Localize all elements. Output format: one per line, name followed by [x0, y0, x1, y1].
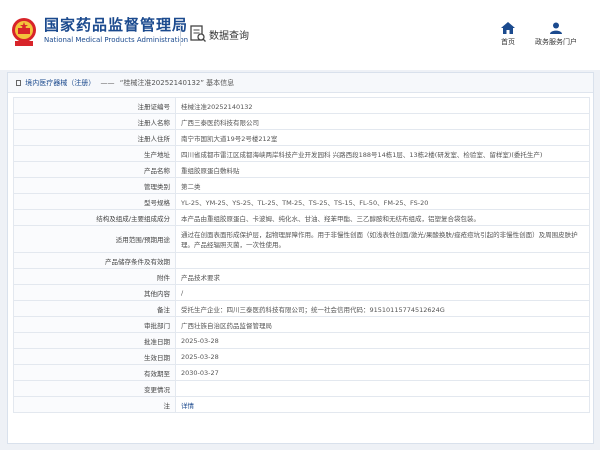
field-value: 产品技术要求	[175, 268, 590, 285]
field-label: 注册人住所	[13, 129, 176, 146]
field-value: 详情	[175, 396, 590, 413]
field-label: 备注	[13, 300, 176, 317]
table-row: 审批部门 广西壮族自治区药品监督管理局	[13, 316, 590, 333]
table-row: 产品储存条件及有效期	[13, 252, 590, 269]
header-divider	[180, 24, 181, 46]
table-row: 批准日期 2025-03-28	[13, 332, 590, 349]
field-value: 通过在创面表面形成保护层，起物理屏障作用。用于非慢性创面（如浅表性创面/激光/果…	[175, 225, 590, 253]
table-row: 适用范围/预期用途 通过在创面表面形成保护层，起物理屏障作用。用于非慢性创面（如浅…	[13, 225, 590, 253]
field-label: 注册证编号	[13, 97, 176, 114]
details-link[interactable]: 详情	[181, 402, 194, 410]
field-value	[175, 252, 590, 269]
document-search-icon	[190, 25, 206, 42]
detail-card: 境内医疗器械（注册） —— “桂械注准20252140132” 基本信息 注册证…	[7, 72, 594, 444]
field-value: /	[175, 284, 590, 301]
field-value: 广西三泰医药科技有限公司	[175, 113, 590, 130]
field-label: 附件	[13, 268, 176, 285]
field-label: 适用范围/预期用途	[13, 225, 176, 253]
table-row: 注详情	[13, 396, 590, 413]
field-value: 广西壮族自治区药品监督管理局	[175, 316, 590, 333]
breadcrumb: 境内医疗器械（注册） —— “桂械注准20252140132” 基本信息	[8, 73, 593, 93]
field-value	[175, 380, 590, 397]
field-value: 第二类	[175, 177, 590, 194]
table-row: 注册证编号 桂械注准20252140132	[13, 97, 590, 114]
field-label: 生效日期	[13, 348, 176, 365]
table-row: 注册人名称 广西三泰医药科技有限公司	[13, 113, 590, 130]
field-label: 其他内容	[13, 284, 176, 301]
table-row: 型号规格 YL-25、YM-25、YS-25、TL-25、TM-25、TS-25、…	[13, 193, 590, 210]
field-value: 四川省成都市雷江区成都海峡两岸科技产业开发园科 兴路西段188号14栋1层、13…	[175, 145, 590, 162]
field-label: 变更情况	[13, 380, 176, 397]
field-label: 管理类别	[13, 177, 176, 194]
field-label: 注册人名称	[13, 113, 176, 130]
field-label: 注	[13, 396, 176, 413]
table-row: 有效期至 2030-03-27	[13, 364, 590, 381]
field-label: 型号规格	[13, 193, 176, 210]
field-value: 本产品由重组胶原蛋白、卡波姆、纯化水、甘油、羟苯甲酯、三乙醇胺和无纺布组成，铝塑…	[175, 209, 590, 226]
document-icon	[16, 80, 21, 86]
table-row: 管理类别 第二类	[13, 177, 590, 194]
table-row: 结构及组成/主要组成成分 本产品由重组胶原蛋白、卡波姆、纯化水、甘油、羟苯甲酯、三…	[13, 209, 590, 226]
table-row: 生效日期 2025-03-28	[13, 348, 590, 365]
query-title: 数据查询	[209, 31, 249, 42]
field-value: 2025-03-28	[175, 332, 590, 349]
field-value: 南宁市国凯大道19号2号楼212室	[175, 129, 590, 146]
field-label: 产品储存条件及有效期	[13, 252, 176, 269]
table-row: 注册人住所 南宁市国凯大道19号2号楼212室	[13, 129, 590, 146]
table-row: 变更情况	[13, 380, 590, 397]
site-title[interactable]: 国家药品监督管理局	[44, 14, 188, 35]
breadcrumb-section[interactable]: 境内医疗器械（注册）	[25, 79, 95, 87]
user-icon	[550, 22, 562, 34]
table-row: 生产地址 四川省成都市雷江区成都海峡两岸科技产业开发园科 兴路西段188号14栋1…	[13, 145, 590, 162]
table-row: 备注 受托生产企业：四川三泰医药科技有限公司；统一社会信用代码：915101157…	[13, 300, 590, 317]
field-value: 受托生产企业：四川三泰医药科技有限公司；统一社会信用代码：91510115774…	[175, 300, 590, 317]
breadcrumb-current: “桂械注准20252140132” 基本信息	[119, 79, 235, 87]
field-label: 生产地址	[13, 145, 176, 162]
breadcrumb-separator: ——	[100, 79, 115, 87]
field-value: 桂械注准20252140132	[175, 97, 590, 114]
field-label: 批准日期	[13, 332, 176, 349]
field-label: 审批部门	[13, 316, 176, 333]
info-table: 注册证编号 桂械注准20252140132 注册人名称 广西三泰医药科技有限公司 注册人…	[13, 97, 590, 413]
nav-service-portal[interactable]: 政务服务门户	[526, 22, 586, 47]
site-header: 国家药品监督管理局 National Medical Products Admi…	[0, 0, 600, 70]
nav-portal-label: 政务服务门户	[535, 38, 577, 46]
field-value: 2030-03-27	[175, 364, 590, 381]
field-value: 重组胶原蛋白敷料贴	[175, 161, 590, 178]
table-row: 产品名称 重组胶原蛋白敷料贴	[13, 161, 590, 178]
field-value: 2025-03-28	[175, 348, 590, 365]
national-emblem-icon	[12, 18, 36, 46]
field-label: 结构及组成/主要组成成分	[13, 209, 176, 226]
home-icon	[501, 22, 515, 34]
table-row: 其他内容 /	[13, 284, 590, 301]
field-label: 有效期至	[13, 364, 176, 381]
site-subtitle: National Medical Products Administration	[44, 36, 189, 44]
field-value: YL-25、YM-25、YS-25、TL-25、TM-25、TS-25、TS-1…	[175, 193, 590, 210]
table-row: 附件 产品技术要求	[13, 268, 590, 285]
field-label: 产品名称	[13, 161, 176, 178]
